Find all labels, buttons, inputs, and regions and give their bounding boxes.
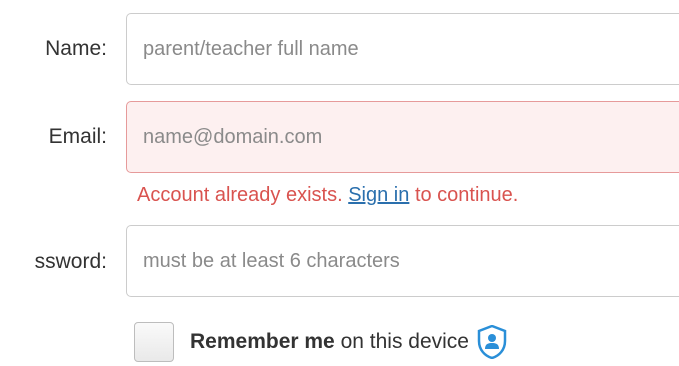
remember-me-row: Remember me on this device bbox=[134, 322, 507, 362]
name-label: Name: bbox=[45, 37, 107, 60]
email-input[interactable] bbox=[126, 101, 679, 173]
shield-user-icon[interactable] bbox=[477, 324, 507, 360]
signup-form: Name: Email: Account already exists. Sig… bbox=[0, 0, 679, 366]
sign-in-link[interactable]: Sign in bbox=[348, 184, 409, 206]
error-text-prefix: Account already exists. bbox=[137, 184, 343, 206]
password-label: ssword: bbox=[34, 250, 107, 273]
password-input[interactable] bbox=[126, 225, 679, 297]
email-error-message: Account already exists. Sign in to conti… bbox=[137, 184, 518, 207]
remember-me-label: Remember me on this device bbox=[190, 330, 469, 354]
remember-me-suffix: on this device bbox=[340, 330, 469, 353]
name-input[interactable] bbox=[126, 13, 679, 85]
email-label: Email: bbox=[48, 125, 107, 148]
error-text-suffix: to continue. bbox=[414, 184, 519, 206]
remember-me-checkbox[interactable] bbox=[134, 322, 174, 362]
remember-me-bold: Remember me bbox=[190, 330, 335, 353]
